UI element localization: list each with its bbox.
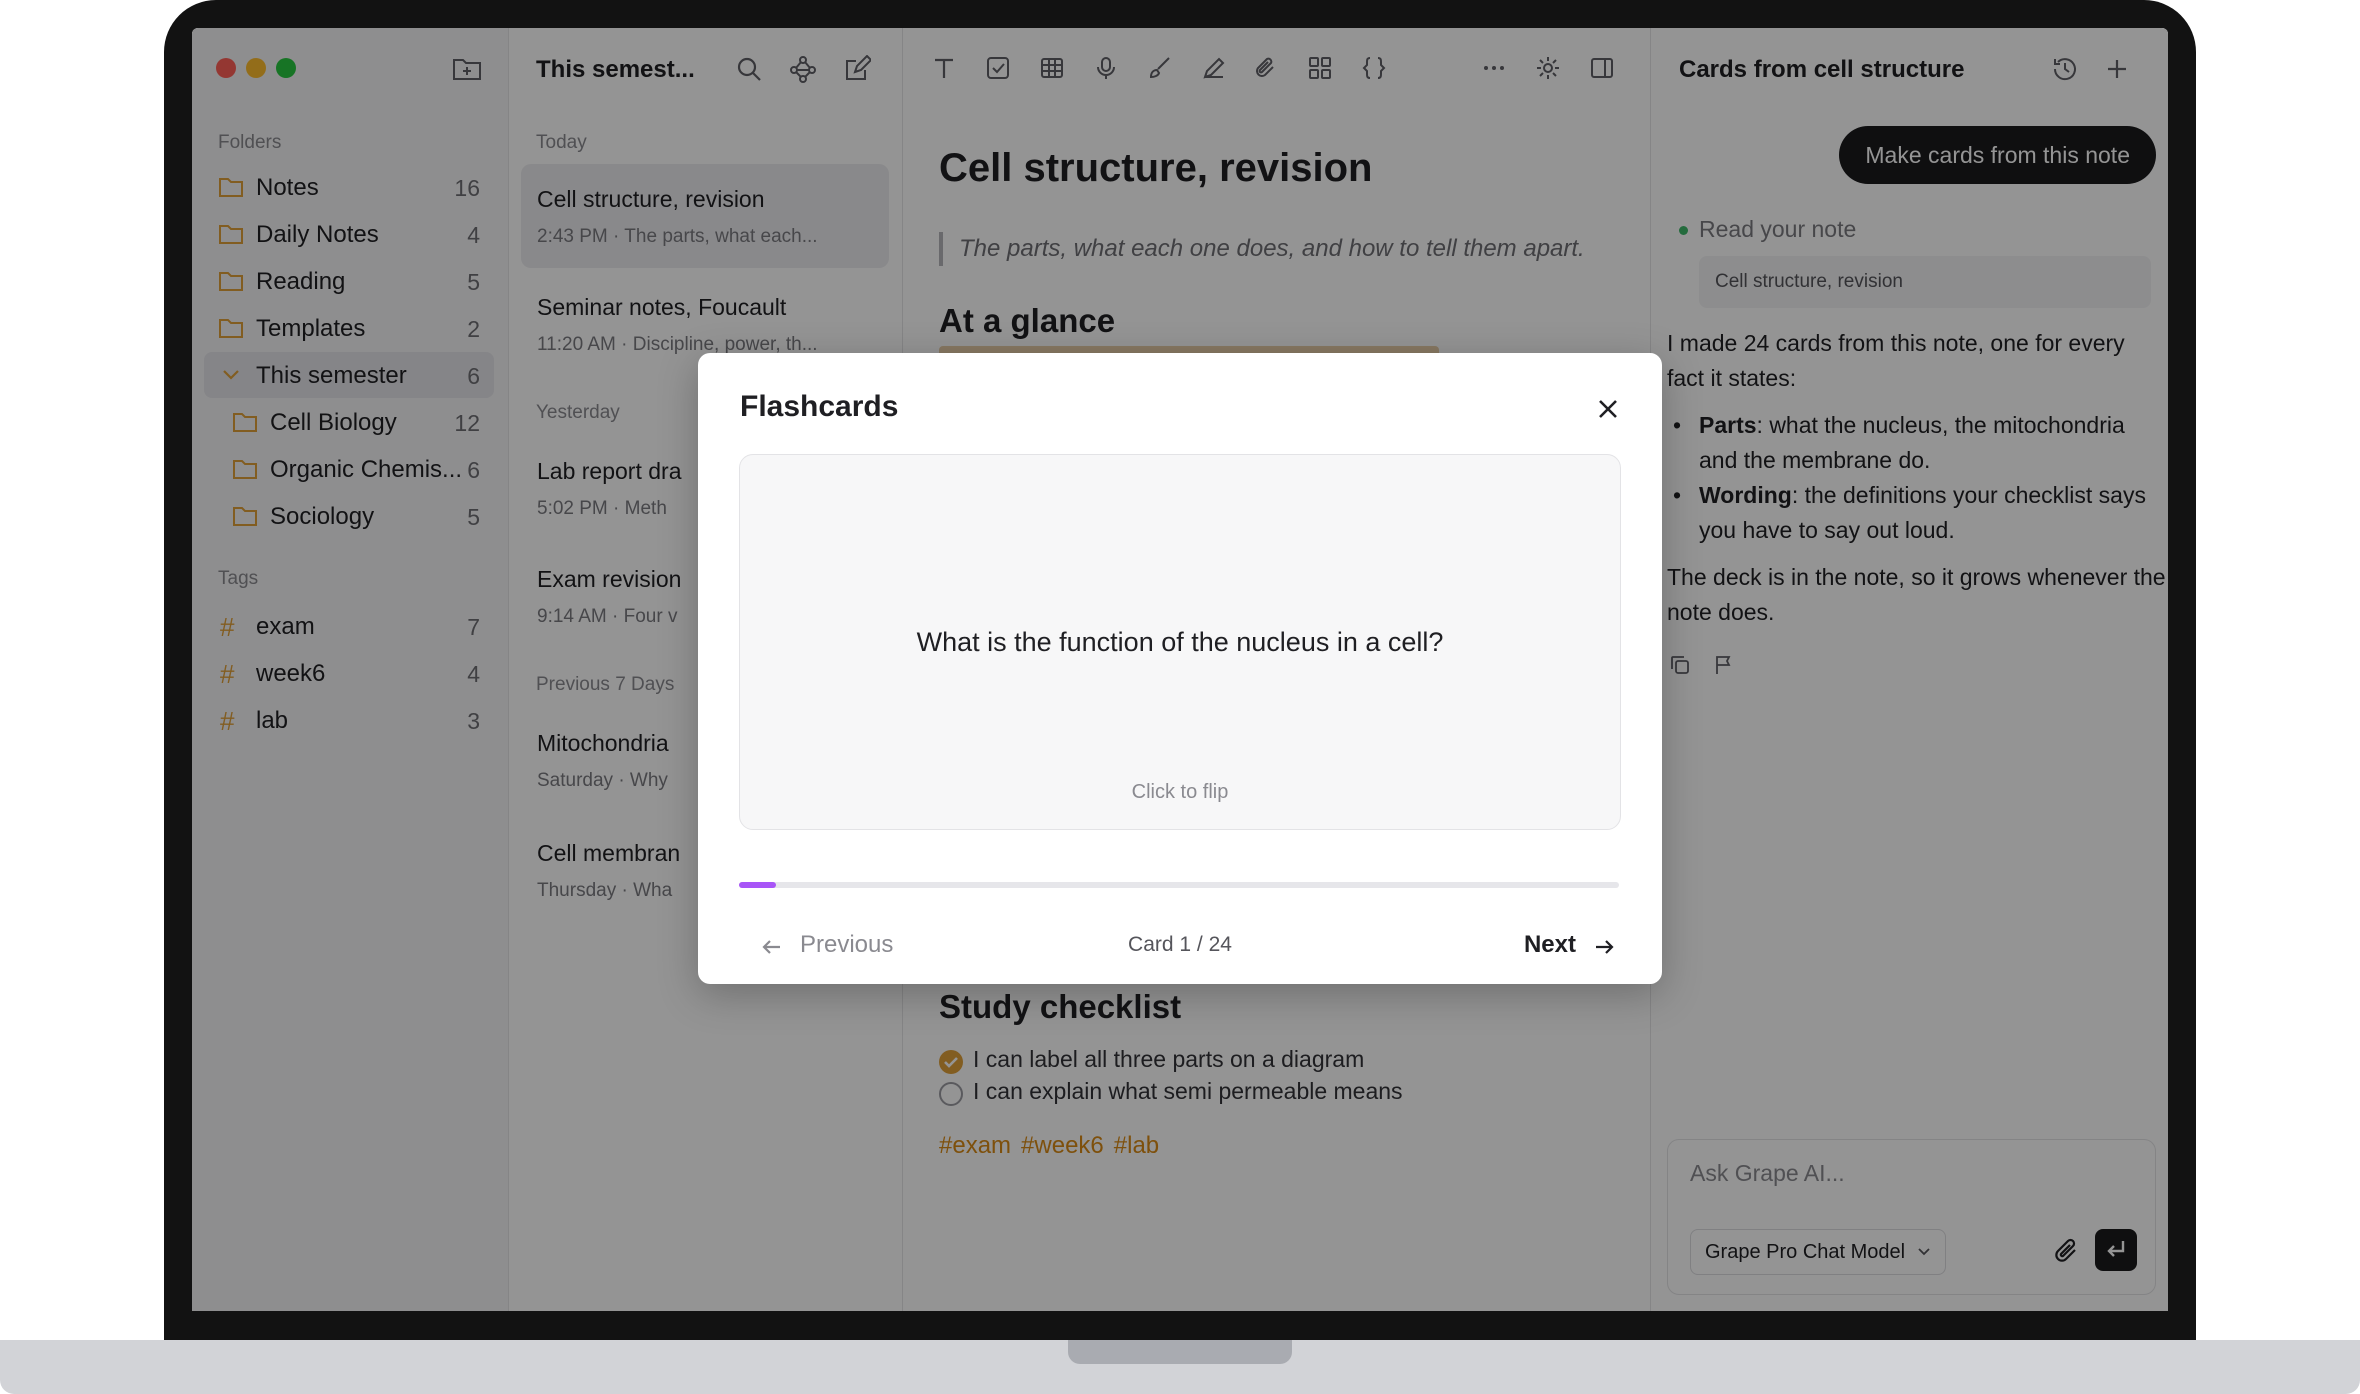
progress-bar xyxy=(739,882,1619,888)
flashcards-dialog: Flashcards What is the function of the n… xyxy=(698,353,1662,984)
flashcard[interactable]: What is the function of the nucleus in a… xyxy=(739,454,1621,830)
close-icon[interactable] xyxy=(1594,395,1622,423)
laptop-notch xyxy=(1068,1340,1292,1364)
flip-hint: Click to flip xyxy=(1131,781,1229,803)
app-window: Folders Notes 16 Daily Notes 4 Reading 5… xyxy=(192,28,2168,1311)
next-label: Next xyxy=(1523,931,1576,958)
progress-fill xyxy=(739,882,776,888)
arrow-right-icon xyxy=(1592,935,1616,959)
next-button[interactable]: Next xyxy=(1516,929,1616,965)
dialog-title: Flashcards xyxy=(740,390,899,423)
flashcard-question: What is the function of the nucleus in a… xyxy=(916,627,1444,657)
